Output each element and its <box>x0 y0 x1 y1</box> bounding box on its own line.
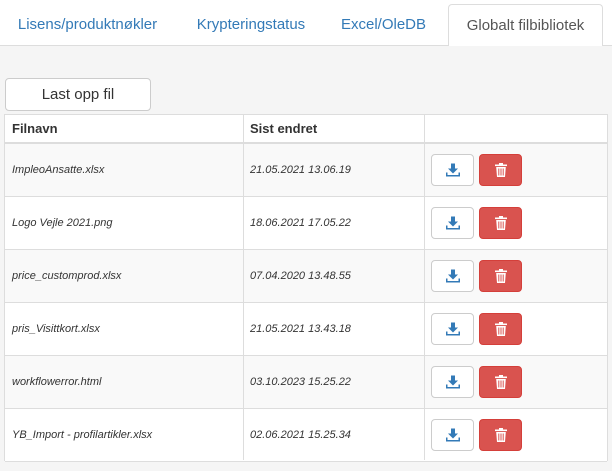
tab-lisens[interactable]: Lisens/produktnøkler <box>7 4 168 46</box>
tab-bar: Lisens/produktnøkler Krypteringstatus Ex… <box>0 0 612 47</box>
tab-globalt-filbibliotek[interactable]: Globalt filbibliotek <box>448 4 603 47</box>
delete-button[interactable] <box>479 313 522 345</box>
table-header: Filnavn Sist endret <box>5 115 607 144</box>
column-divider <box>243 115 244 460</box>
file-modified-date: 02.06.2021 15.25.34 <box>250 429 351 441</box>
download-button[interactable] <box>431 154 474 186</box>
file-table: Filnavn Sist endret ImpleoAnsatte.xlsx 21… <box>4 114 608 462</box>
column-header-modified: Sist endret <box>250 121 318 136</box>
file-name: pris_Visittkort.xlsx <box>12 323 100 335</box>
delete-button[interactable] <box>479 207 522 239</box>
upload-file-button[interactable]: Last opp fil <box>5 78 151 111</box>
file-modified-date: 21.05.2021 13.43.18 <box>250 323 351 335</box>
download-button[interactable] <box>431 419 474 451</box>
tab-kryptering[interactable]: Krypteringstatus <box>184 4 318 46</box>
delete-button[interactable] <box>479 366 522 398</box>
file-name: workflowerror.html <box>12 376 102 388</box>
table-row: price_customprod.xlsx 07.04.2020 13.48.55 <box>5 250 607 303</box>
download-button[interactable] <box>431 313 474 345</box>
delete-button[interactable] <box>479 419 522 451</box>
column-header-actions <box>424 115 607 142</box>
file-modified-date: 21.05.2021 13.06.19 <box>250 164 351 176</box>
table-row: workflowerror.html 03.10.2023 15.25.22 <box>5 356 607 409</box>
file-modified-date: 07.04.2020 13.48.55 <box>250 270 351 282</box>
delete-button[interactable] <box>479 260 522 292</box>
file-name: price_customprod.xlsx <box>12 270 122 282</box>
file-name: ImpleoAnsatte.xlsx <box>12 164 105 176</box>
download-button[interactable] <box>431 260 474 292</box>
tab-excel-oledb[interactable]: Excel/OleDB <box>331 4 436 46</box>
table-row: pris_Visittkort.xlsx 21.05.2021 13.43.18 <box>5 303 607 356</box>
download-button[interactable] <box>431 207 474 239</box>
file-modified-date: 18.06.2021 17.05.22 <box>250 217 351 229</box>
column-header-filename: Filnavn <box>12 121 58 136</box>
file-modified-date: 03.10.2023 15.25.22 <box>250 376 351 388</box>
file-name: Logo Vejle 2021.png <box>12 217 113 229</box>
delete-button[interactable] <box>479 154 522 186</box>
table-row: YB_Import - profilartikler.xlsx 02.06.202… <box>5 409 607 462</box>
table-row: Logo Vejle 2021.png 18.06.2021 17.05.22 <box>5 197 607 250</box>
download-button[interactable] <box>431 366 474 398</box>
table-row: ImpleoAnsatte.xlsx 21.05.2021 13.06.19 <box>5 144 607 197</box>
file-name: YB_Import - profilartikler.xlsx <box>12 429 153 441</box>
column-divider <box>424 115 425 460</box>
